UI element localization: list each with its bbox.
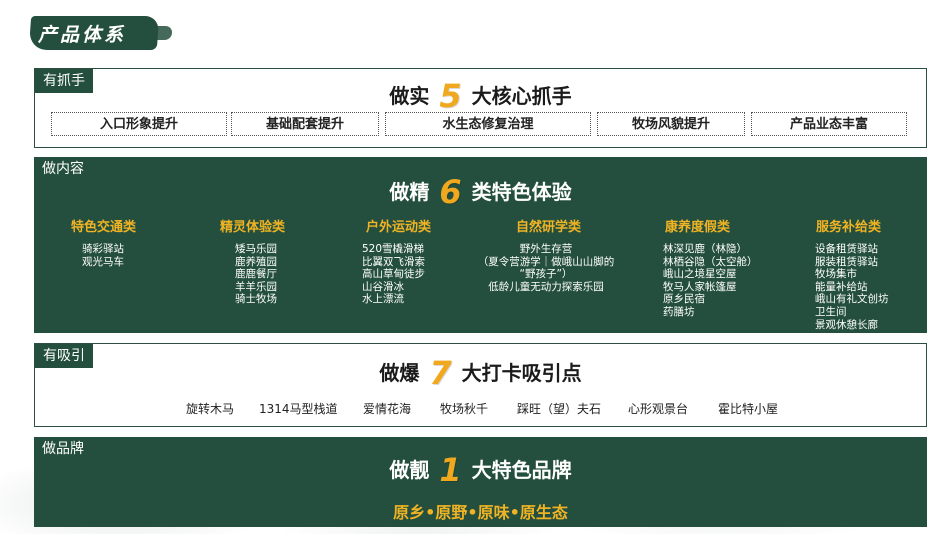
category-item: 骑士牧场 [235, 293, 277, 306]
category-item: 比翼双飞滑索 [362, 255, 425, 268]
category-list: 矮马乐园 鹿养殖园 鹿鹿餐厅 羊羊乐园 骑士牧场 [235, 243, 277, 306]
category-item: （夏令营游学｜做峨山山脚的 [477, 255, 615, 268]
category-item: 520雪橇滑梯 [362, 243, 425, 255]
heading-prefix: 做爆 [379, 361, 420, 385]
category-title: 自然研学类 [516, 220, 582, 235]
category-title: 精灵体验类 [220, 220, 286, 235]
category-item: 高山草甸徒步 [362, 268, 425, 281]
attraction-item: 旋转木马 [186, 402, 235, 416]
category-item: 鹿鹿餐厅 [235, 268, 277, 281]
category-item: 水上漂流 [362, 293, 404, 306]
category-item: 矮马乐园 [235, 243, 277, 255]
category-item: 山谷滑冰 [362, 280, 404, 293]
pill-item: 水生态修复治理 [385, 112, 591, 136]
category-item: 牧马人家帐篷屋 [663, 280, 737, 293]
category-item: 峨山之境星空屋 [663, 268, 737, 281]
category-item: “野孩子”） [519, 268, 573, 281]
category-list: 骑彩驿站 观光马车 [82, 243, 124, 268]
category-item: 羊羊乐园 [235, 280, 277, 293]
section-heading: 做精 6 类特色体验 [34, 173, 927, 211]
category-item: 能量补给站 [815, 280, 868, 293]
heading-number: 5 [439, 77, 462, 115]
heading-suffix: 大特色品牌 [471, 458, 572, 482]
attraction-item: 爱情花海 [363, 402, 412, 416]
pill-item: 牧场风貌提升 [597, 112, 745, 136]
heading-prefix: 做精 [389, 180, 430, 204]
section-grip: 有抓手 做实 5 大核心抓手 入口形象提升 基础配套提升 水生态修复治理 牧场风貌提… [34, 68, 927, 148]
category-item: 观光马车 [82, 255, 124, 268]
pill-item: 入口形象提升 [51, 112, 227, 136]
category-title: 服务补给类 [816, 220, 882, 235]
brand-slogan: 原乡•原野•原味•原生态 [393, 503, 568, 522]
category-item: 鹿养殖园 [235, 255, 277, 268]
pill-item: 产品业态丰富 [751, 112, 907, 136]
attraction-item: 霍比特小屋 [718, 402, 779, 416]
attraction-item: 踩旺（望）夫石 [517, 402, 602, 416]
category-item: 景观休憩长廊 [815, 318, 878, 331]
attraction-item: 心形观景台 [628, 402, 689, 416]
category-item: 原乡民宿 [663, 293, 705, 306]
attraction-item: 牧场秋千 [440, 402, 489, 416]
category-title: 户外运动类 [366, 220, 432, 235]
heading-number: 1 [439, 451, 462, 489]
pill-row: 入口形象提升 基础配套提升 水生态修复治理 牧场风貌提升 产品业态丰富 [51, 112, 910, 138]
section-brand: 做品牌 做靓 1 大特色品牌 原乡•原野•原味•原生态 [34, 437, 927, 527]
attraction-row: 旋转木马 1314马型栈道 爱情花海 牧场秋千 踩旺（望）夫石 心形观景台 霍比… [35, 400, 926, 418]
category-item: 低龄儿童无动力探索乐园 [488, 280, 604, 293]
heading-suffix: 类特色体验 [471, 180, 572, 204]
heading-prefix: 做靓 [389, 458, 430, 482]
category-item: 林栖谷隐（太空舱） [663, 255, 758, 268]
category-title: 特色交通类 [71, 220, 137, 235]
category-item: 峨山有礼文创坊 [815, 293, 889, 306]
attraction-item: 1314马型栈道 [259, 402, 338, 416]
section-content: 做内容 做精 6 类特色体验 特色交通类 骑彩驿站 观光马车 精灵体验类 矮马乐园 … [34, 157, 927, 333]
category-item: 药膳坊 [663, 305, 695, 318]
heading-prefix: 做实 [389, 84, 430, 108]
category-item: 牧场集市 [815, 268, 857, 281]
section-heading: 做爆 7 大打卡吸引点 [35, 354, 926, 392]
heading-number: 7 [429, 354, 452, 392]
category-list: 设备租赁驿站 服装租赁驿站 牧场集市 能量补给站 峨山有礼文创坊 卫生间 景观休… [815, 243, 889, 331]
category-item: 设备租赁驿站 [815, 243, 878, 255]
category-title: 康养度假类 [665, 220, 731, 235]
heading-number: 6 [439, 173, 462, 211]
category-item: 野外生存营 [519, 243, 573, 255]
category-item: 服装租赁驿站 [815, 255, 878, 268]
section-heading: 做靓 1 大特色品牌 [34, 451, 927, 489]
section-heading: 做实 5 大核心抓手 [35, 77, 926, 115]
heading-suffix: 大打卡吸引点 [461, 361, 582, 385]
category-item: 林深见鹿（林隐） [663, 243, 747, 255]
page-title: 产品体系 [38, 24, 127, 46]
pill-item: 基础配套提升 [231, 112, 379, 136]
category-list: 林深见鹿（林隐） 林栖谷隐（太空舱） 峨山之境星空屋 牧马人家帐篷屋 原乡民宿 … [663, 243, 758, 319]
category-list: 野外生存营 （夏令营游学｜做峨山山脚的 “野孩子”） 低龄儿童无动力探索乐园 [476, 243, 616, 293]
category-item: 骑彩驿站 [82, 243, 124, 255]
section-attraction: 有吸引 做爆 7 大打卡吸引点 旋转木马 1314马型栈道 爱情花海 牧场秋千 踩旺… [34, 343, 927, 427]
category-item: 卫生间 [815, 305, 847, 318]
category-list: 520雪橇滑梯 比翼双飞滑索 高山草甸徒步 山谷滑冰 水上漂流 [362, 243, 425, 306]
heading-suffix: 大核心抓手 [471, 84, 572, 108]
